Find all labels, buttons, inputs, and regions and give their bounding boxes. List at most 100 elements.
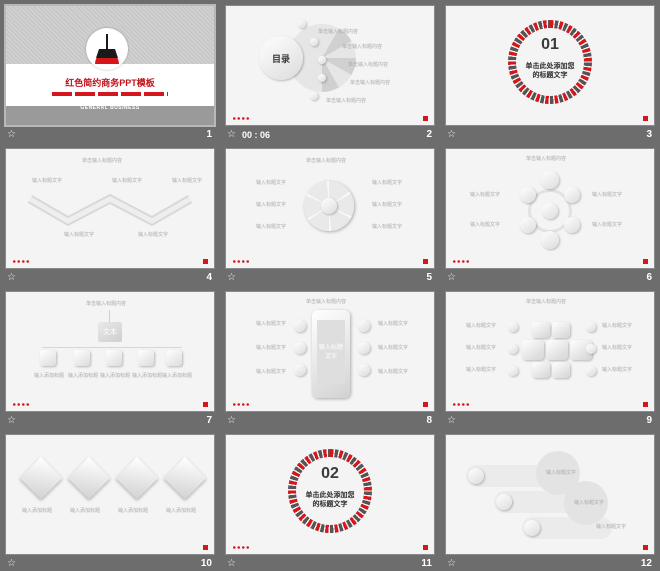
hub-label-1: 输入标题文字: [470, 192, 501, 198]
hub-node-bl: [520, 217, 536, 233]
hub-node-br: [564, 217, 580, 233]
slide-10-footer: ☆ 10: [6, 557, 214, 571]
slide-thumb-12[interactable]: 输入标题文字 输入标题文字 输入标题文字 ☆ 12: [446, 435, 654, 569]
star-icon[interactable]: ☆: [447, 128, 456, 142]
slide-1-title: 红色简约商务PPT模板: [65, 78, 155, 88]
diamond-label-4: 输入添加标题: [166, 508, 197, 514]
slide-2-footer: ☆ 00 : 06 2: [226, 128, 434, 142]
tile-7: [552, 362, 570, 378]
slide-12-canvas[interactable]: 输入标题文字 输入标题文字 输入标题文字: [446, 435, 654, 554]
red-dots: [12, 403, 30, 406]
red-square: [643, 402, 648, 407]
slide-10-canvas[interactable]: 输入添加标题 输入添加标题 输入添加标题 输入添加标题: [6, 435, 214, 554]
slide-5-canvas[interactable]: 单击输入标题内容 输入标题文字 输入标题文字 输入标题文字 输入标题文字 输入标…: [226, 149, 434, 268]
slide-thumb-3[interactable]: 01 单击此处添加您 的标题文字 ☆ 3: [446, 6, 654, 140]
toc-item-1: 单击输入标题内容: [318, 29, 359, 35]
red-square: [423, 259, 428, 264]
toc-item-3: 单击输入标题内容: [348, 62, 389, 68]
lamp-icon: [95, 34, 119, 64]
icon-label-3: 输入添加标题: [100, 373, 131, 379]
slide-thumb-4[interactable]: 单击输入标题内容 输入标题文字 输入标题文字 输入标题文字 输入标题文字 输入标…: [6, 149, 214, 283]
slide-number: 4: [206, 272, 212, 283]
slide-thumb-1[interactable]: 红色简约商务PPT模板 GENERAL BUSINESS ☆ 1: [6, 6, 214, 140]
slide-6-canvas[interactable]: 单击输入标题内容 输入标题文字 输入标题文字 输入标题文字 输入标题文字: [446, 149, 654, 268]
star-icon[interactable]: ☆: [447, 557, 456, 571]
slide-number: 5: [426, 272, 432, 283]
toc-bullet-c: [318, 56, 326, 64]
monitor-icon: [40, 350, 56, 366]
num-bubble-5: [586, 344, 596, 354]
slide-3-canvas[interactable]: 01 单击此处添加您 的标题文字: [446, 6, 654, 125]
slide-12-footer: ☆ 12: [446, 557, 654, 571]
phone-label-6: 输入标题文字: [378, 369, 409, 375]
diamond-label-1: 输入添加标题: [22, 508, 53, 514]
slide-number: 11: [421, 558, 432, 569]
slide-thumb-8[interactable]: 单击输入标题内容 输入标题文字 输入标题文字 输入标题文字 输入标题文字 输入标…: [226, 292, 434, 426]
flower-label-5: 输入标题文字: [372, 202, 403, 208]
star-icon[interactable]: ☆: [7, 271, 16, 285]
diamond-2: [67, 456, 111, 500]
slide-7-canvas[interactable]: 单击输入标题内容 文本 输入添加标题 输入添加标题 输入添加标题 输入添加标题 …: [6, 292, 214, 411]
phone-text: 输入标题文字: [318, 345, 343, 360]
phone-label-5: 输入标题文字: [378, 345, 409, 351]
star-icon[interactable]: ☆: [447, 414, 456, 428]
slide-11-canvas[interactable]: 02 单击此处添加您 的标题文字: [226, 435, 434, 554]
pen-icon: [138, 350, 154, 366]
num-bubble-5: [358, 342, 370, 354]
icon-label-1: 输入添加标题: [34, 373, 65, 379]
star-icon[interactable]: ☆: [227, 128, 236, 142]
star-icon[interactable]: ☆: [7, 128, 16, 142]
star-icon[interactable]: ☆: [7, 414, 16, 428]
slide-8-canvas[interactable]: 单击输入标题内容 输入标题文字 输入标题文字 输入标题文字 输入标题文字 输入标…: [226, 292, 434, 411]
slide-2-canvas[interactable]: 目录 单击输入标题内容 单击输入标题内容 单击输入标题内容 单击输入标题内容 单…: [226, 6, 434, 125]
slide-9-footer: ☆ 9: [446, 414, 654, 428]
red-square: [423, 545, 428, 550]
red-dots: [232, 546, 250, 549]
toc-item-4: 单击输入标题内容: [350, 80, 391, 86]
tile-6: [532, 362, 550, 378]
tile-label-3: 输入标题文字: [466, 367, 497, 373]
icon-label-5: 输入添加标题: [162, 373, 193, 379]
slide-4-canvas[interactable]: 单击输入标题内容 输入标题文字 输入标题文字 输入标题文字 输入标题文字 输入标…: [6, 149, 214, 268]
red-dots: [232, 403, 250, 406]
diamond-label-2: 输入添加标题: [70, 508, 101, 514]
slide-thumb-2[interactable]: 目录 单击输入标题内容 单击输入标题内容 单击输入标题内容 单击输入标题内容 单…: [226, 6, 434, 140]
hub-label-3: 输入标题文字: [592, 192, 623, 198]
star-icon[interactable]: ☆: [227, 271, 236, 285]
star-icon[interactable]: ☆: [227, 414, 236, 428]
slide-1-canvas[interactable]: 红色简约商务PPT模板 GENERAL BUSINESS: [6, 6, 214, 125]
zig-label-4: 输入标题文字: [64, 232, 95, 238]
box-icon: [106, 350, 122, 366]
slide-thumb-9[interactable]: 单击输入标题内容 输入标题文字 输入标题文字 输入标题文字 输入标题文字 输入标…: [446, 292, 654, 426]
slide-11-footer: ☆ 11: [226, 557, 434, 571]
red-bar: [52, 92, 168, 96]
slide-timing: 00 : 06: [242, 130, 271, 140]
toc-item-5: 单击输入标题内容: [326, 98, 367, 104]
slide-thumb-7[interactable]: 单击输入标题内容 文本 输入添加标题 输入添加标题 输入添加标题 输入添加标题 …: [6, 292, 214, 426]
diamond-1: [19, 456, 63, 500]
circle-label-2: 输入标题文字: [574, 500, 605, 506]
red-square: [203, 259, 208, 264]
slide-1-subtitle: GENERAL BUSINESS: [80, 105, 140, 111]
slide-thumb-10[interactable]: 输入添加标题 输入添加标题 输入添加标题 输入添加标题 ☆ 10: [6, 435, 214, 569]
slide-heading: 单击输入标题内容: [306, 158, 347, 164]
star-icon[interactable]: ☆: [447, 271, 456, 285]
slide-thumb-5[interactable]: 单击输入标题内容 输入标题文字 输入标题文字 输入标题文字 输入标题文字 输入标…: [226, 149, 434, 283]
star-icon[interactable]: ☆: [227, 557, 236, 571]
slide-thumb-11[interactable]: 02 单击此处添加您 的标题文字 ☆ 11: [226, 435, 434, 569]
red-dots: [452, 260, 470, 263]
section-caption-2: 的标题文字: [312, 501, 348, 508]
slide-thumb-6[interactable]: 单击输入标题内容 输入标题文字 输入标题文字 输入标题文字 输入标题文字 ☆ 6: [446, 149, 654, 283]
slide-7-footer: ☆ 7: [6, 414, 214, 428]
icon-label-4: 输入添加标题: [132, 373, 163, 379]
pill-icon-3: [524, 520, 540, 536]
slide-9-canvas[interactable]: 单击输入标题内容 输入标题文字 输入标题文字 输入标题文字 输入标题文字 输入标…: [446, 292, 654, 411]
slide-3-footer: ☆ 3: [446, 128, 654, 142]
branch-line: [42, 347, 182, 348]
star-icon[interactable]: ☆: [7, 557, 16, 571]
pill-icon-1: [468, 468, 484, 484]
toc-title: 目录: [271, 54, 290, 64]
red-square: [423, 402, 428, 407]
red-square: [203, 402, 208, 407]
slide-heading: 单击输入标题内容: [526, 156, 567, 162]
